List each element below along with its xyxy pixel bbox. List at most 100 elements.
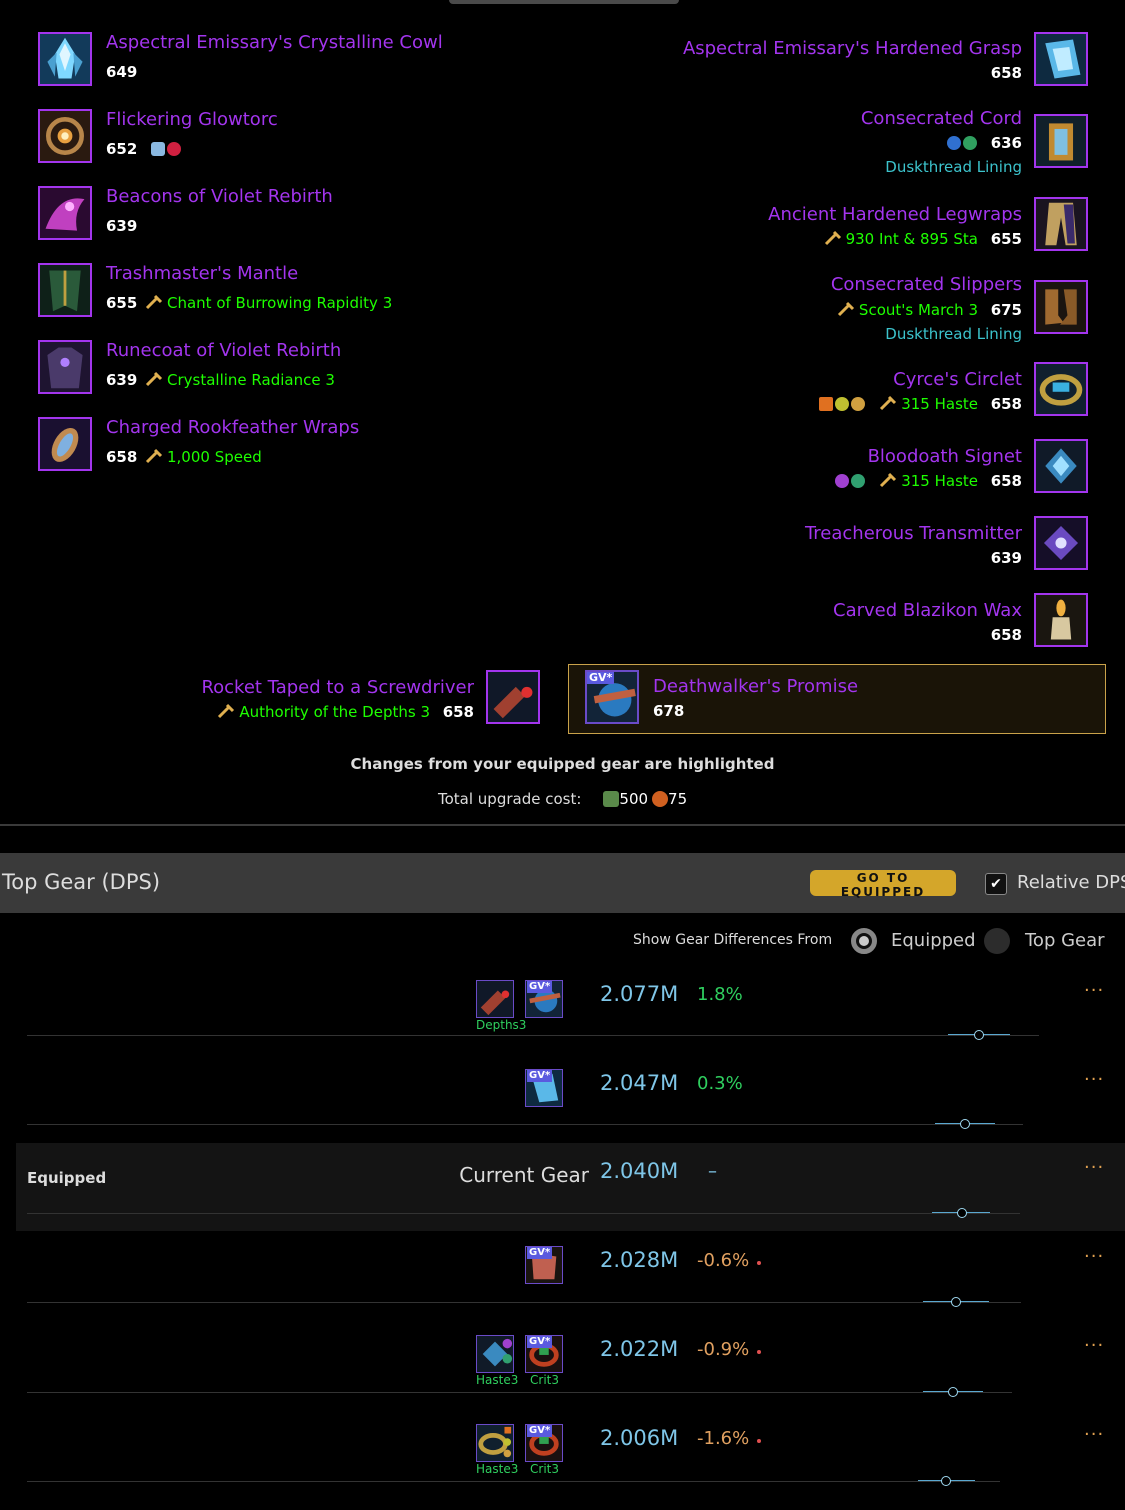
gear-slot-legs[interactable]: Ancient Hardened Legwraps 655 930 Int & …: [0, 197, 1125, 255]
more-options-button[interactable]: ···: [1084, 980, 1104, 1001]
gv-badge: GV*: [527, 1247, 553, 1259]
signet-icon: [476, 1335, 514, 1373]
relative-dps-checkbox[interactable]: ✔: [985, 873, 1007, 895]
hands-icon: GV*: [525, 1069, 563, 1107]
item-name[interactable]: Consecrated Slippers: [831, 274, 1022, 296]
item-name[interactable]: Rocket Taped to a Screwdriver: [201, 677, 474, 699]
item-name[interactable]: Deathwalker's Promise: [653, 676, 858, 698]
item-level: 675: [990, 301, 1022, 319]
gear-slot-trinket1[interactable]: Treacherous Transmitter 639: [0, 516, 1125, 574]
diff-label: Show Gear Differences From: [633, 932, 833, 948]
gem-icon[interactable]: [962, 136, 977, 150]
more-options-button[interactable]: ···: [1084, 1246, 1104, 1267]
gem-icon[interactable]: [819, 397, 834, 411]
gem-icon[interactable]: [851, 397, 866, 411]
enchant-icon: [880, 472, 897, 488]
lining-text: Duskthread Lining: [885, 325, 1022, 343]
lining-text: Duskthread Lining: [885, 158, 1022, 176]
section-divider: [0, 824, 1125, 826]
enchant-tag: Haste3: [476, 1373, 519, 1387]
item-name[interactable]: Cyrce's Circlet: [893, 369, 1022, 391]
offhand-icon: GV*: [585, 670, 639, 724]
radio-top-gear[interactable]: [984, 928, 1010, 954]
section-title: Top Gear (DPS): [2, 870, 161, 894]
radio-top-gear-label[interactable]: Top Gear: [1025, 930, 1105, 951]
row-divider: [27, 1213, 1020, 1214]
enchant-icon: [824, 230, 841, 246]
range-marker: [957, 1208, 967, 1218]
dps-delta: -0.6%: [697, 1250, 750, 1271]
diff-selector: Show Gear Differences From Equipped Top …: [0, 928, 1125, 954]
go-to-equipped-button[interactable]: GO TO EQUIPPED: [810, 870, 956, 899]
result-row[interactable]: GV* Haste3 Crit3 2.006M -1.6% ···: [0, 1410, 1125, 1498]
enchant-text: 315 Haste: [901, 395, 978, 413]
cost-b: 75: [668, 790, 688, 808]
radio-equipped[interactable]: [851, 928, 877, 954]
row-divider: [27, 1124, 1023, 1125]
gear-slot-finger1[interactable]: Cyrce's Circlet 658 315 Haste: [0, 362, 1125, 420]
gem-icon[interactable]: [851, 474, 866, 488]
enchant-text: Scout's March 3: [858, 301, 978, 319]
upgrade-highlight[interactable]: GV* Deathwalker's Promise 678: [568, 664, 1106, 734]
result-row[interactable]: GV* Depths3 2.077M 1.8% ···: [0, 966, 1125, 1054]
item-name[interactable]: Runecoat of Violet Rebirth: [106, 340, 341, 362]
item-name[interactable]: Charged Rookfeather Wraps: [106, 417, 359, 439]
gem-icon[interactable]: [835, 397, 850, 411]
item-level: 658: [442, 703, 474, 721]
drag-handle[interactable]: [449, 0, 679, 4]
gear-slot-hands[interactable]: Aspectral Emissary's Hardened Grasp 658: [0, 30, 1125, 88]
dps-value: 2.006M: [600, 1426, 679, 1450]
enchant-tag: Depths3: [476, 1018, 527, 1032]
gear-slot-finger2[interactable]: Bloodoath Signet 658 315 Haste: [0, 439, 1125, 497]
row-divider: [27, 1392, 1012, 1393]
dps-value: 2.028M: [600, 1248, 679, 1272]
spark-icon: [652, 791, 669, 807]
item-level-value: 636: [990, 134, 1022, 152]
more-options-button[interactable]: ···: [1084, 1424, 1104, 1445]
range-marker: [960, 1119, 970, 1129]
boots-icon: GV*: [525, 1246, 563, 1284]
more-options-button[interactable]: ···: [1084, 1069, 1104, 1090]
gv-badge: GV*: [527, 1070, 553, 1082]
more-options-button[interactable]: ···: [1084, 1335, 1104, 1356]
result-row[interactable]: GV* 2.047M 0.3% ···: [0, 1055, 1125, 1143]
row-divider: [27, 1302, 1021, 1303]
cost-a: 500: [619, 790, 649, 808]
gem-icon[interactable]: [835, 474, 850, 488]
top-gear-header: Top Gear (DPS) GO TO EQUIPPED ✔ Relative…: [0, 853, 1125, 913]
trinket-icon: [1034, 516, 1088, 570]
enchant-text: 930 Int & 895 Sta: [845, 230, 978, 248]
negative-indicator: [757, 1350, 761, 1354]
gear-slot-waist[interactable]: Consecrated Cord 636 Duskthread Lining: [0, 108, 1125, 176]
candle-icon: [1034, 593, 1088, 647]
screwdriver-icon: [486, 670, 540, 724]
gear-slot-feet[interactable]: Consecrated Slippers 675 Scout's March 3…: [0, 274, 1125, 343]
item-name[interactable]: Aspectral Emissary's Hardened Grasp: [683, 38, 1022, 60]
crit-ring-icon: GV*: [525, 1424, 563, 1462]
belt-icon: [1034, 114, 1088, 168]
result-row[interactable]: GV* Haste3 Crit3 2.022M -0.9% ···: [0, 1321, 1125, 1409]
gear-slot-trinket2[interactable]: Carved Blazikon Wax 658: [0, 593, 1125, 651]
item-name[interactable]: Ancient Hardened Legwraps: [768, 204, 1022, 226]
enchant: 930 Int & 895 Sta: [824, 230, 978, 248]
enchant-text: 315 Haste: [901, 472, 978, 490]
dps-delta: -1.6%: [697, 1428, 750, 1449]
item-level: 636: [945, 134, 1022, 152]
item-name[interactable]: Treacherous Transmitter: [805, 523, 1022, 545]
item-level: 655: [990, 230, 1022, 248]
dps-delta: –: [708, 1161, 717, 1182]
gv-badge: GV*: [527, 981, 553, 993]
row-divider: [27, 1481, 1000, 1482]
range-marker: [951, 1297, 961, 1307]
gem-icon[interactable]: [946, 136, 961, 150]
result-row[interactable]: GV* 2.028M -0.6% ···: [0, 1232, 1125, 1320]
result-row-equipped[interactable]: Equipped Current Gear 2.040M – ···: [16, 1143, 1125, 1231]
item-name[interactable]: Consecrated Cord: [861, 108, 1022, 130]
item-name[interactable]: Bloodoath Signet: [868, 446, 1022, 468]
radio-equipped-label[interactable]: Equipped: [891, 930, 976, 951]
more-options-button[interactable]: ···: [1084, 1157, 1104, 1178]
item-name[interactable]: Carved Blazikon Wax: [833, 600, 1022, 622]
screwdriver-icon: [476, 980, 514, 1018]
upgrade-cost: Total upgrade cost: 500 75: [438, 790, 687, 808]
equipped-label: Equipped: [27, 1169, 107, 1187]
